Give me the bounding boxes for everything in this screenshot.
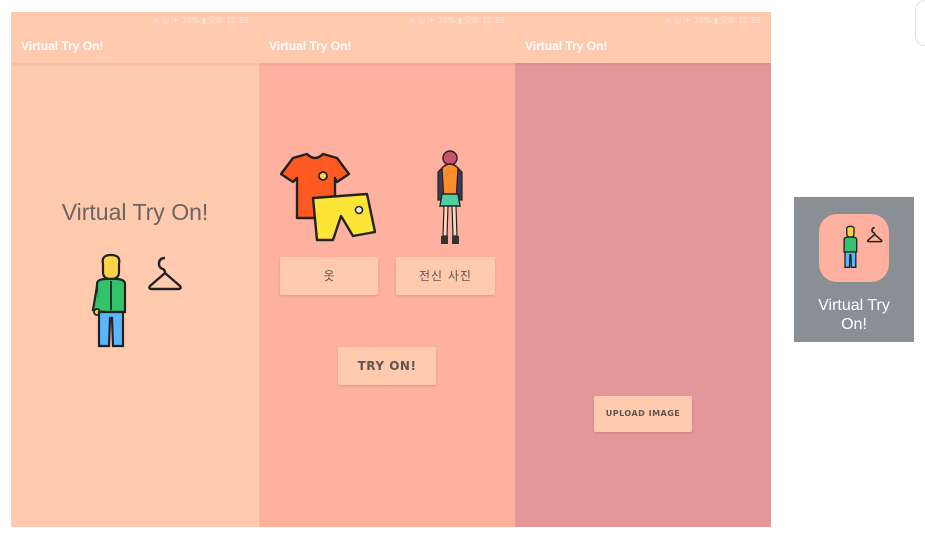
clothes-illustration xyxy=(279,152,377,242)
status-bar: ⚠ ◎ ✈ 34% ▮ 오후 12:58 xyxy=(11,12,259,30)
try-on-button[interactable]: TRY ON! xyxy=(338,347,436,385)
app-launcher-icon xyxy=(819,214,889,282)
person-icon xyxy=(91,253,127,348)
model-figure-icon xyxy=(437,150,463,244)
select-screen: ⚠ ◎ ✈ 34% ▮ 오후 12:58 Virtual Try On! 옷 전… xyxy=(259,12,515,527)
shorts-icon xyxy=(311,192,377,242)
launcher-label-line2: On! xyxy=(841,316,867,333)
upload-image-button[interactable]: UPLOAD IMAGE xyxy=(594,396,692,432)
status-bar: ⚠ ◎ ✈ 34% ▮ 오후 12:58 xyxy=(515,12,771,30)
clothes-button[interactable]: 옷 xyxy=(280,257,378,295)
app-title: Virtual Try On! xyxy=(259,30,515,63)
app-title: Virtual Try On! xyxy=(515,30,771,63)
app-title: Virtual Try On! xyxy=(11,30,259,63)
splash-screen: ⚠ ◎ ✈ 34% ▮ 오후 12:58 Virtual Try On! Vir… xyxy=(11,12,259,527)
splash-headline: Virtual Try On! xyxy=(61,199,209,225)
status-bar: ⚠ ◎ ✈ 34% ▮ 오후 12:58 xyxy=(259,12,515,30)
search-bar-edge[interactable] xyxy=(915,0,925,46)
upload-screen: ⚠ ◎ ✈ 34% ▮ 오후 12:58 Virtual Try On! UPL… xyxy=(515,12,771,527)
hanger-icon xyxy=(148,256,182,291)
launcher-label-line1: Virtual Try xyxy=(818,297,890,314)
launcher-app-tile[interactable]: Virtual Try On! xyxy=(794,197,914,342)
full-body-photo-button[interactable]: 전신 사진 xyxy=(396,257,495,295)
person-with-hanger-icon xyxy=(91,253,182,348)
